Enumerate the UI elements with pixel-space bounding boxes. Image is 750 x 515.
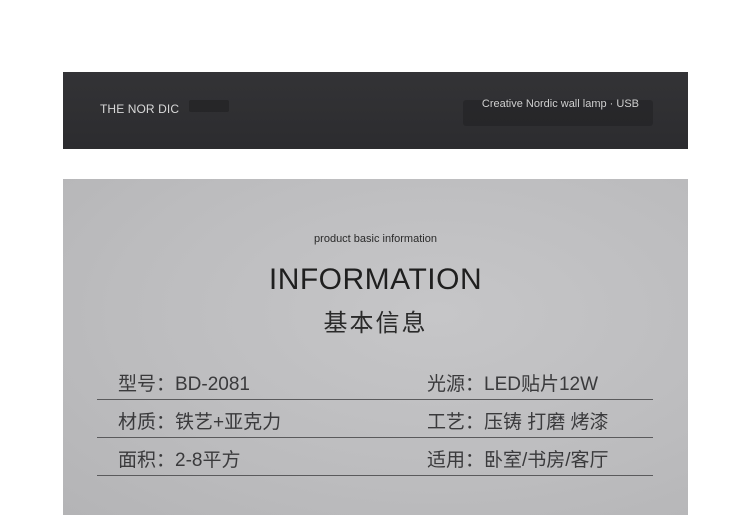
spec-model: 型号：BD-2081 xyxy=(118,374,250,395)
brand-shadow-decoration xyxy=(189,100,229,112)
spec-usage: 适用：卧室/书房/客厅 xyxy=(427,450,609,471)
product-tagline: Creative Nordic wall lamp · USB xyxy=(481,98,639,110)
spec-material: 材质：铁艺+亚克力 xyxy=(118,412,282,433)
spec-row: 面积：2-8平方 适用：卧室/书房/客厅 xyxy=(97,437,653,476)
spec-light-source: 光源：LED贴片12W xyxy=(427,374,599,395)
info-title: INFORMATION xyxy=(268,263,483,296)
spec-area: 面积：2-8平方 xyxy=(118,450,241,471)
header-banner: THE NOR DIC Creative Nordic wall lamp · … xyxy=(63,72,688,149)
info-subtitle: product basic information xyxy=(314,233,437,245)
info-title-chinese: 基本信息 xyxy=(323,310,428,337)
info-panel: product basic information INFORMATION 基本… xyxy=(63,179,688,515)
spec-craft: 工艺：压铸 打磨 烤漆 xyxy=(427,412,609,433)
spec-row: 型号：BD-2081 光源：LED贴片12W xyxy=(97,361,653,400)
spec-row: 材质：铁艺+亚克力 工艺：压铸 打磨 烤漆 xyxy=(97,399,653,438)
brand-name: THE NOR DIC xyxy=(100,102,180,116)
